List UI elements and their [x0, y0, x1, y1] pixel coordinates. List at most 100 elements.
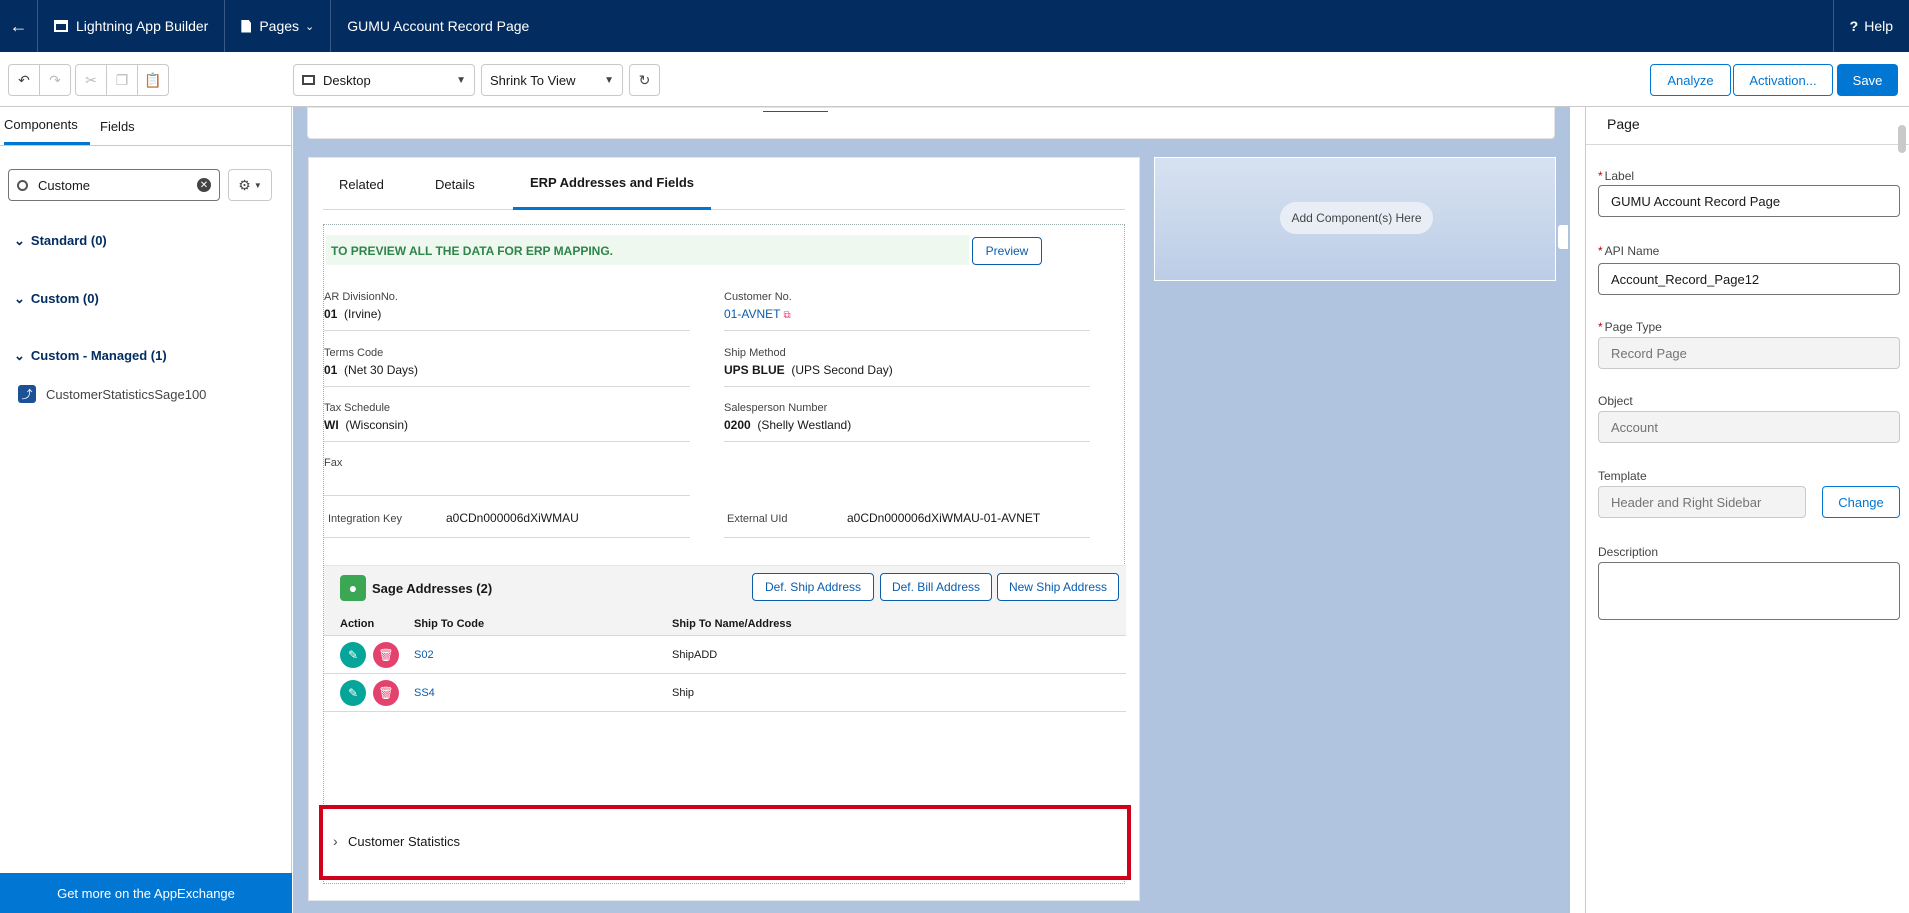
tabs-divider — [0, 145, 292, 146]
search-input[interactable]: Custome — [38, 178, 90, 193]
page-type-field-label: * Page Type — [1598, 320, 1662, 334]
field-divider — [324, 495, 690, 496]
ship-to-code-link[interactable]: SS4 — [414, 687, 435, 699]
pages-menu[interactable]: Pages ⌄ — [225, 0, 332, 52]
analyze-button[interactable]: Analyze — [1650, 64, 1731, 96]
undo-icon: ↶ — [18, 71, 30, 88]
copy-icon: ❐ — [115, 71, 129, 88]
top-navigation-bar: ← Lightning App Builder Pages ⌄ GUMU Acc… — [0, 0, 1909, 52]
back-arrow-icon: ← — [9, 15, 28, 36]
zoom-select[interactable]: Shrink To View ▼ — [481, 64, 623, 96]
tax-schedule-value: WI (Wisconsin) — [324, 418, 409, 432]
copy-button[interactable]: ❐ — [106, 64, 138, 96]
delete-button[interactable]: 🗑 — [373, 642, 399, 668]
def-bill-address-button[interactable]: Def. Bill Address — [880, 573, 992, 601]
change-template-button[interactable]: Change — [1822, 486, 1900, 518]
terms-code-value: 01 (Net 30 Days) — [324, 363, 419, 377]
builder-toolbar: ↶ ↷ ✂ ❐ 📋 Desktop ▼ Shrink To View ▼ ↻ A… — [0, 52, 1909, 107]
collapse-handle[interactable] — [1558, 225, 1568, 249]
integration-key-value: a0CDn000006dXiWMAU — [446, 511, 579, 525]
sidebar-region[interactable]: Add Component(s) Here — [1154, 157, 1556, 281]
paste-button[interactable]: 📋 — [137, 64, 169, 96]
properties-panel: Page * Label GUMU Account Record Page * AP… — [1585, 107, 1909, 913]
save-button[interactable]: Save — [1837, 64, 1898, 96]
ship-method-label: Ship Method — [724, 347, 786, 359]
component-item[interactable]: ⤴ CustomerStatisticsSage100 — [18, 385, 206, 403]
description-textarea[interactable] — [1598, 562, 1900, 620]
field-divider — [724, 441, 1090, 442]
delete-button[interactable]: 🗑 — [373, 680, 399, 706]
scissors-icon: ✂ — [85, 71, 97, 88]
gear-icon: ⚙ — [238, 176, 251, 193]
section-standard[interactable]: ⌄ Standard (0) — [14, 233, 107, 249]
customer-no-link[interactable]: 01-AVNET ⧉ — [724, 307, 791, 321]
tab-related[interactable]: Related — [339, 177, 384, 192]
redo-icon: ↷ — [49, 71, 61, 88]
tab-details[interactable]: Details — [435, 177, 475, 192]
template-input: Header and Right Sidebar — [1598, 486, 1806, 518]
refresh-button[interactable]: ↻ — [629, 64, 660, 96]
erp-component: TO PREVIEW ALL THE DATA FOR ERP MAPPING.… — [323, 224, 1126, 884]
section-custom-managed[interactable]: ⌄ Custom - Managed (1) — [14, 348, 167, 364]
field-divider — [324, 330, 690, 331]
trash-icon: 🗑 — [378, 648, 394, 662]
tab-components[interactable]: Components — [4, 107, 90, 145]
pencil-icon: ✎ — [347, 686, 359, 700]
cut-button[interactable]: ✂ — [75, 64, 107, 96]
caret-down-icon: ▼ — [604, 74, 614, 86]
add-component-button[interactable]: Add Component(s) Here — [1280, 202, 1433, 234]
field-divider — [724, 386, 1090, 387]
appexchange-link[interactable]: Get more on the AppExchange — [0, 873, 292, 913]
new-ship-address-button[interactable]: New Ship Address — [997, 573, 1119, 601]
def-ship-address-button[interactable]: Def. Ship Address — [752, 573, 874, 601]
back-button[interactable]: ← — [0, 0, 38, 52]
app-builder-icon — [54, 20, 68, 32]
tab-fields[interactable]: Fields — [100, 107, 160, 145]
addresses-table-header: Action Ship To Code Ship To Name/Address — [324, 612, 1126, 636]
page-icon — [241, 19, 252, 33]
main-region[interactable]: Related Details ERP Addresses and Fields… — [308, 157, 1140, 901]
component-search[interactable]: Custome ✕ — [8, 169, 220, 201]
edit-button[interactable]: ✎ — [340, 680, 366, 706]
clear-icon[interactable]: ✕ — [197, 178, 211, 192]
panel-scrollbar[interactable] — [1898, 125, 1906, 153]
ar-division-label: AR DivisionNo. — [324, 291, 398, 303]
table-row: ✎ 🗑 S02 ShipADD — [324, 636, 1126, 674]
column-ship-to-name: Ship To Name/Address — [672, 618, 792, 630]
undo-button[interactable]: ↶ — [8, 64, 40, 96]
field-divider — [724, 330, 1090, 331]
field-divider — [724, 537, 1090, 538]
header-link-underline — [763, 111, 828, 112]
chevron-down-icon: ⌄ — [14, 233, 25, 248]
help-button[interactable]: ? Help — [1832, 0, 1909, 52]
external-uid-value: a0CDn000006dXiWMAU-01-AVNET — [847, 511, 1041, 525]
header-region[interactable] — [307, 107, 1555, 139]
chevron-down-icon: ⌄ — [14, 348, 25, 363]
customer-statistics-section[interactable]: › Customer Statistics — [319, 805, 1131, 880]
page-canvas: Related Details ERP Addresses and Fields… — [293, 107, 1570, 913]
redo-button[interactable]: ↷ — [39, 64, 71, 96]
panel-header: Page — [1607, 116, 1640, 132]
section-custom[interactable]: ⌄ Custom (0) — [14, 291, 99, 307]
map-pin-icon: ● — [340, 575, 366, 601]
label-field-label: * Label — [1598, 169, 1635, 183]
edit-button[interactable]: ✎ — [340, 642, 366, 668]
sage-addresses-card: ● Sage Addresses (2) Def. Ship Address D… — [324, 565, 1126, 805]
trash-icon: 🗑 — [378, 686, 394, 700]
activation-button[interactable]: Activation... — [1733, 64, 1833, 96]
ship-to-code-link[interactable]: S02 — [414, 649, 434, 661]
table-row: ✎ 🗑 SS4 Ship — [324, 674, 1126, 712]
settings-menu-button[interactable]: ⚙ ▼ — [228, 169, 272, 201]
template-field-label: Template — [1598, 469, 1647, 483]
preview-button[interactable]: Preview — [972, 237, 1042, 265]
external-link-icon: ⧉ — [783, 310, 791, 321]
object-field-label: Object — [1598, 394, 1633, 408]
tab-erp-addresses[interactable]: ERP Addresses and Fields — [513, 158, 711, 210]
search-icon — [17, 179, 28, 191]
device-view-select[interactable]: Desktop ▼ — [293, 64, 475, 96]
salesperson-label: Salesperson Number — [724, 402, 828, 414]
ship-method-value: UPS BLUE (UPS Second Day) — [724, 363, 893, 377]
label-input[interactable]: GUMU Account Record Page — [1598, 185, 1900, 217]
external-uid-label: External UId — [727, 513, 788, 525]
api-name-input[interactable]: Account_Record_Page12 — [1598, 263, 1900, 295]
